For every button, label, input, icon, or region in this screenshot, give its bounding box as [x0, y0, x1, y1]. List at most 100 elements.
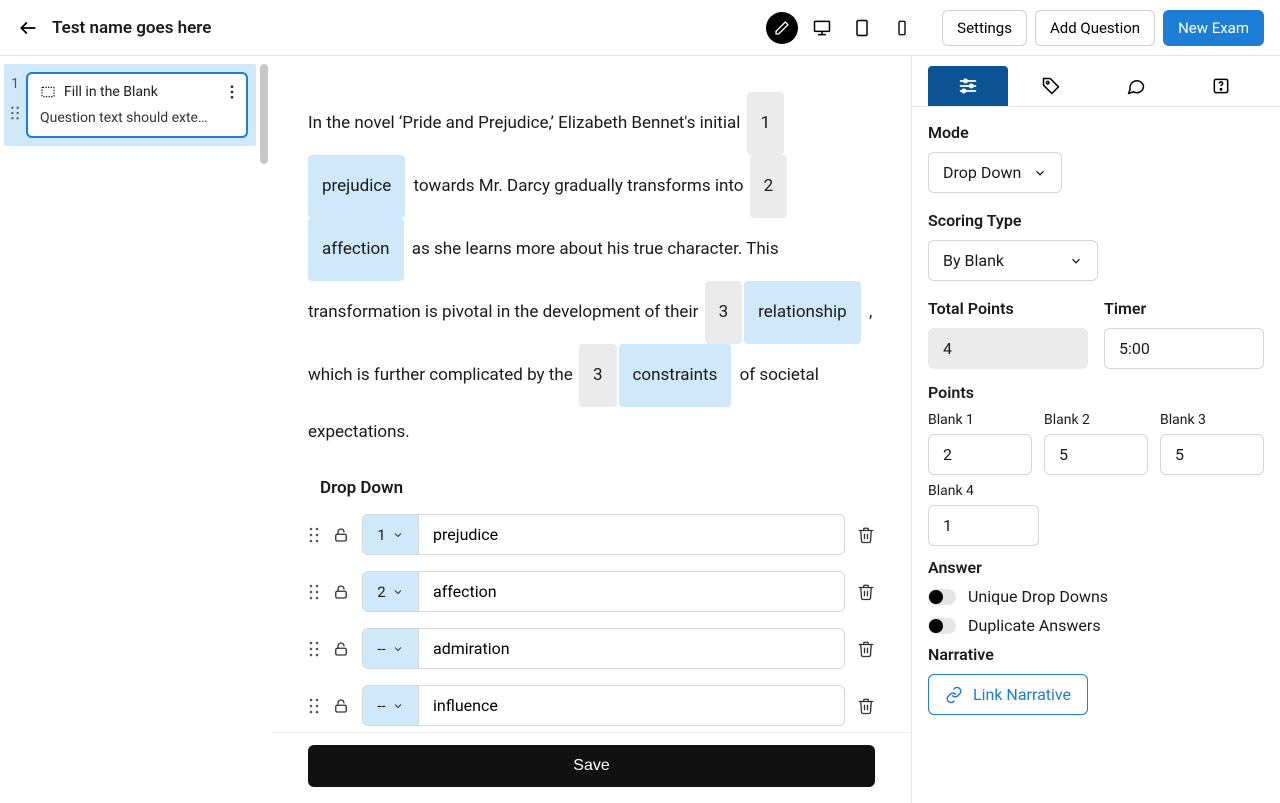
toggle-label: Unique Drop Downs — [968, 587, 1108, 606]
blank-answer-3[interactable]: relationship — [744, 281, 861, 344]
tab-help[interactable] — [1179, 66, 1264, 106]
trash-icon[interactable] — [857, 696, 875, 716]
arrow-left-icon — [18, 18, 38, 38]
kebab-menu-icon[interactable] — [230, 85, 234, 99]
blank-points-field: Blank 2 5 — [1044, 412, 1148, 475]
option-text-input[interactable] — [419, 686, 844, 725]
chevron-down-icon — [392, 643, 404, 655]
scrollbar-thumb[interactable] — [260, 64, 268, 164]
dropdown-section-title: Drop Down — [320, 478, 875, 498]
tab-settings[interactable] — [928, 66, 1008, 106]
blank-points-input[interactable]: 1 — [928, 505, 1039, 546]
save-button[interactable]: Save — [308, 745, 875, 787]
mobile-preview-button[interactable] — [886, 12, 918, 44]
blank-answer-1[interactable]: prejudice — [308, 155, 405, 218]
unlock-icon[interactable] — [332, 697, 350, 715]
scoring-type-select[interactable]: By Blank — [928, 240, 1098, 281]
blank-marker-2[interactable]: 2 — [750, 155, 788, 218]
blank-points-field: Blank 3 5 — [1160, 412, 1264, 475]
question-preview-text: Question text should exte… — [40, 110, 234, 126]
editor-panel: In the novel ‘Pride and Prejudice,’ Eliz… — [272, 56, 912, 803]
unlock-icon[interactable] — [332, 640, 350, 658]
drag-handle-icon[interactable] — [308, 527, 320, 543]
passage-segment: In the novel ‘Pride and Prejudice,’ Eliz… — [308, 113, 740, 133]
blank-answer-2[interactable]: affection — [308, 218, 404, 281]
sliders-icon — [958, 77, 978, 95]
mode-value: Drop Down — [943, 163, 1021, 182]
total-points-input: 4 — [928, 328, 1088, 369]
dropdown-option-row: -- — [308, 628, 875, 669]
option-text-input[interactable] — [419, 629, 844, 668]
timer-label: Timer — [1104, 299, 1264, 318]
chevron-down-icon — [1033, 166, 1047, 180]
question-number: 1 — [11, 76, 19, 92]
desktop-preview-button[interactable] — [806, 12, 838, 44]
blank-points-input[interactable]: 5 — [1160, 434, 1264, 475]
blank-points-label: Blank 1 — [928, 412, 1032, 428]
scoring-type-label: Scoring Type — [928, 211, 1264, 230]
drag-handle-icon[interactable] — [308, 698, 320, 714]
properties-panel: Mode Drop Down Scoring Type By Blank Tot… — [912, 56, 1280, 803]
device-preview-group — [766, 12, 918, 44]
tablet-preview-button[interactable] — [846, 12, 878, 44]
tab-tags[interactable] — [1008, 66, 1093, 106]
comment-icon — [1126, 76, 1146, 96]
blank-points-input[interactable]: 5 — [1044, 434, 1148, 475]
blank-points-input[interactable]: 2 — [928, 434, 1032, 475]
blank-points-label: Blank 3 — [1160, 412, 1264, 428]
drag-handle-icon[interactable] — [308, 641, 320, 657]
unlock-icon[interactable] — [332, 526, 350, 544]
mode-select[interactable]: Drop Down — [928, 152, 1062, 193]
dropdown-option-row: -- — [308, 685, 875, 726]
settings-button[interactable]: Settings — [942, 10, 1027, 46]
blank-number-select[interactable]: 1 — [363, 515, 419, 554]
blank-number-value: -- — [377, 640, 385, 658]
passage-segment: towards Mr. Darcy gradually transforms i… — [413, 176, 743, 196]
chevron-down-icon — [1069, 254, 1083, 268]
blank-marker-1[interactable]: 1 — [747, 92, 785, 155]
toggle-icon — [928, 589, 956, 605]
toggle-icon — [928, 618, 956, 634]
unlock-icon[interactable] — [332, 583, 350, 601]
option-text-input[interactable] — [419, 572, 844, 611]
trash-icon[interactable] — [857, 582, 875, 602]
link-narrative-button[interactable]: Link Narrative — [928, 674, 1088, 715]
question-card[interactable]: 1 Fill in the Blank Question text should… — [4, 64, 256, 146]
trash-icon[interactable] — [857, 639, 875, 659]
chevron-down-icon — [392, 700, 404, 712]
tab-comments[interactable] — [1093, 66, 1178, 106]
new-exam-button[interactable]: New Exam — [1163, 10, 1264, 46]
link-icon — [945, 686, 963, 704]
right-tabs — [912, 56, 1280, 107]
mobile-icon — [893, 19, 911, 37]
blank-number-value: 2 — [377, 583, 385, 601]
drag-handle-icon[interactable] — [308, 584, 320, 600]
option-text-input[interactable] — [419, 515, 844, 554]
duplicate-answers-toggle[interactable]: Duplicate Answers — [928, 616, 1264, 635]
fill-blank-icon — [40, 84, 56, 100]
tablet-icon — [852, 18, 872, 38]
trash-icon[interactable] — [857, 525, 875, 545]
blank-number-select[interactable]: 2 — [363, 572, 419, 611]
unique-dropdowns-toggle[interactable]: Unique Drop Downs — [928, 587, 1264, 606]
app-header: Test name goes here Settings Add Questio… — [0, 0, 1280, 56]
points-label: Points — [928, 383, 1264, 402]
dropdown-option-row: 1 — [308, 514, 875, 555]
blank-number-select[interactable]: -- — [363, 686, 419, 725]
drag-handle-icon[interactable] — [10, 106, 20, 120]
question-list-panel: 1 Fill in the Blank Question text should… — [0, 56, 272, 803]
question-type-label: Fill in the Blank — [64, 84, 222, 100]
chevron-down-icon — [392, 586, 404, 598]
toggle-label: Duplicate Answers — [968, 616, 1101, 635]
blank-number-select[interactable]: -- — [363, 629, 419, 668]
add-question-button[interactable]: Add Question — [1035, 10, 1155, 46]
blank-marker-3[interactable]: 3 — [705, 281, 743, 344]
edit-mode-button[interactable] — [766, 12, 798, 44]
back-button[interactable] — [16, 16, 40, 40]
blank-answer-4[interactable]: constraints — [619, 344, 732, 407]
total-points-label: Total Points — [928, 299, 1088, 318]
mode-label: Mode — [928, 123, 1264, 142]
timer-input[interactable]: 5:00 — [1104, 328, 1264, 369]
blank-marker-4[interactable]: 3 — [579, 344, 617, 407]
tag-icon — [1041, 76, 1061, 96]
